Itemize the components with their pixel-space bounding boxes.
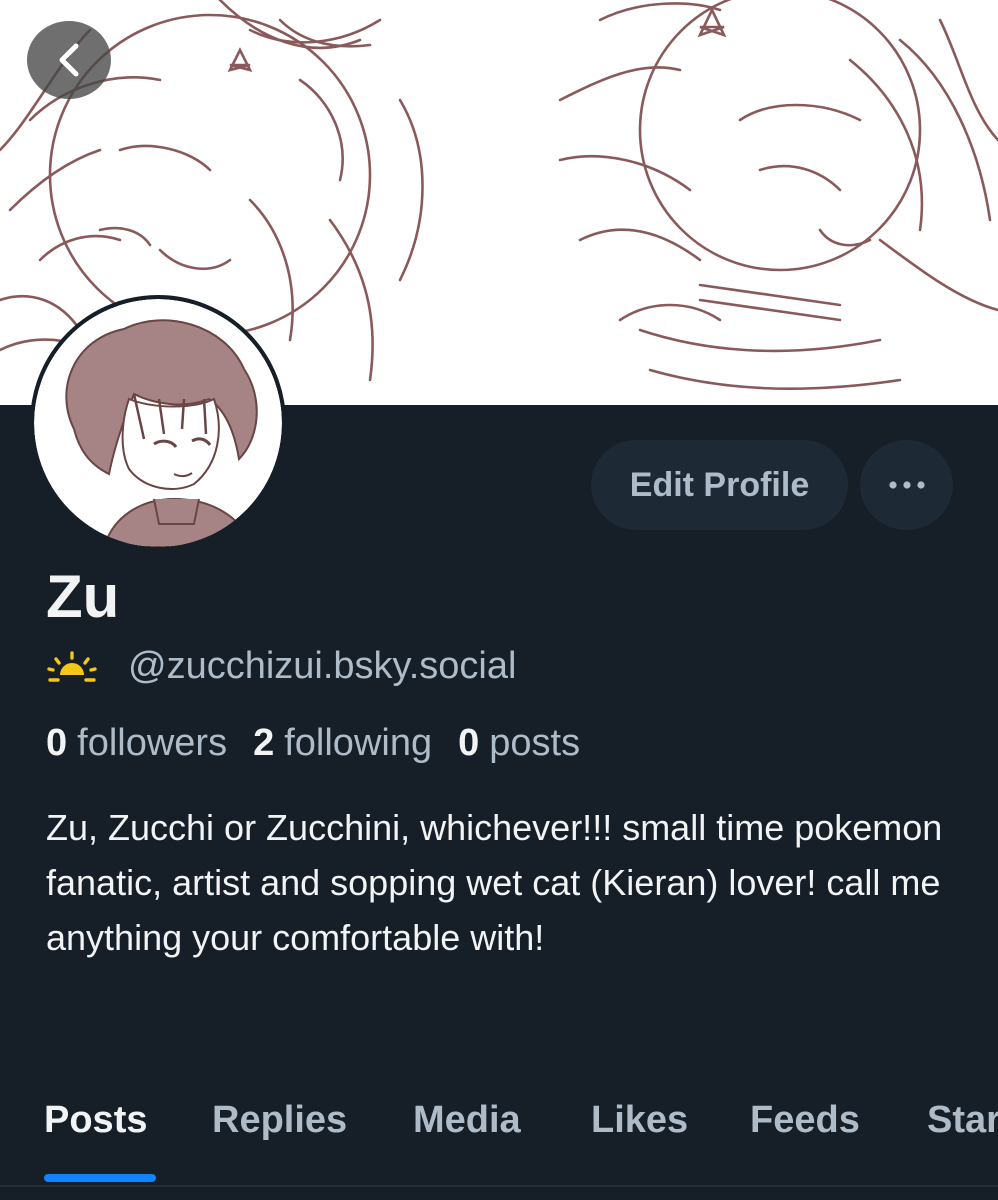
profile-handle: @zucchizui.bsky.social [128, 644, 517, 687]
followers-count: 0 [46, 721, 68, 764]
active-tab-indicator [44, 1174, 156, 1182]
chevron-left-icon [59, 43, 79, 77]
tab-starter-packs[interactable]: Starter Packs [927, 1090, 998, 1150]
profile-tabs: Posts Replies Media Likes Feeds Starter … [0, 1090, 998, 1200]
posts-count: 0 [458, 721, 480, 764]
tab-posts[interactable]: Posts [44, 1090, 147, 1150]
sunrise-icon [47, 651, 97, 682]
edit-profile-label: Edit Profile [629, 465, 810, 504]
ellipsis-icon [888, 481, 925, 489]
avatar-image [34, 299, 282, 547]
edit-profile-button[interactable]: Edit Profile [591, 440, 848, 530]
more-options-button[interactable] [860, 440, 953, 530]
following-label: following [284, 721, 433, 764]
tab-replies[interactable]: Replies [212, 1090, 347, 1150]
following-count: 2 [253, 721, 275, 764]
avatar[interactable] [30, 295, 286, 551]
profile-stats: 0 followers 2 following 0 posts [46, 716, 606, 770]
following-stat[interactable]: 2 following [253, 722, 432, 765]
followers-stat[interactable]: 0 followers [46, 722, 227, 765]
handle-row: @zucchizui.bsky.social [46, 640, 516, 692]
back-button[interactable] [27, 21, 111, 99]
tab-feeds[interactable]: Feeds [750, 1090, 860, 1150]
display-name: Zu [46, 563, 120, 630]
followers-label: followers [77, 721, 228, 764]
tab-media[interactable]: Media [413, 1090, 521, 1150]
tabs-divider [0, 1185, 998, 1187]
posts-stat: 0 posts [458, 722, 580, 765]
tab-likes[interactable]: Likes [591, 1090, 688, 1150]
posts-label: posts [489, 721, 581, 764]
profile-bio: Zu, Zucchi or Zucchini, whichever!!! sma… [46, 807, 943, 958]
